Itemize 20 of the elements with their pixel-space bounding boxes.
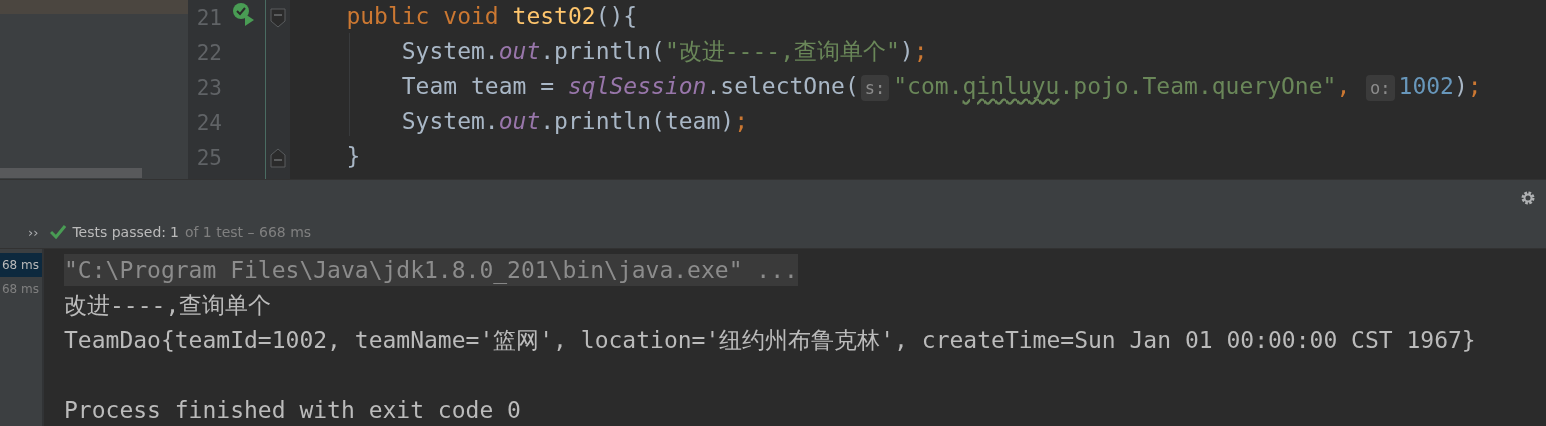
test-tree-item[interactable]: 68 ms xyxy=(0,253,42,277)
test-tree-item[interactable]: 68 ms xyxy=(0,277,42,301)
code-line: System.out.println("改进----,查询单个"); xyxy=(400,37,929,66)
code-line: System.out.println(team); xyxy=(400,107,749,136)
fold-icon[interactable] xyxy=(269,147,286,168)
console-output: 改进----,查询单个 xyxy=(64,292,272,318)
expand-button[interactable]: ›› xyxy=(28,224,39,240)
run-test-icon[interactable] xyxy=(231,2,256,26)
settings-icon[interactable] xyxy=(1520,190,1536,206)
fold-icon[interactable] xyxy=(269,7,286,28)
test-status-label: Tests passed: xyxy=(72,224,166,240)
console-output: Process finished with exit code 0 xyxy=(64,397,521,423)
console-command: "C:\Program Files\Java\jdk1.8.0_201\bin\java.exe" ... xyxy=(64,254,798,286)
test-detail: of 1 test – 668 ms xyxy=(184,224,312,240)
code-line: public void test02(){ xyxy=(345,2,639,31)
code-line: } xyxy=(345,142,362,171)
test-count: 1 xyxy=(170,224,179,240)
code-line: Team team = sqlSession.selectOne( s: "com.qinluyu.pojo.Team.queryOne", o: 1002); xyxy=(400,72,1483,103)
console-output: TeamDao{teamId=1002, teamName='篮网', location='纽约州布鲁克林', createTime=Sun Jan 01 00:00:00 CST 1967} xyxy=(64,327,1476,353)
scrollbar[interactable] xyxy=(0,168,142,178)
